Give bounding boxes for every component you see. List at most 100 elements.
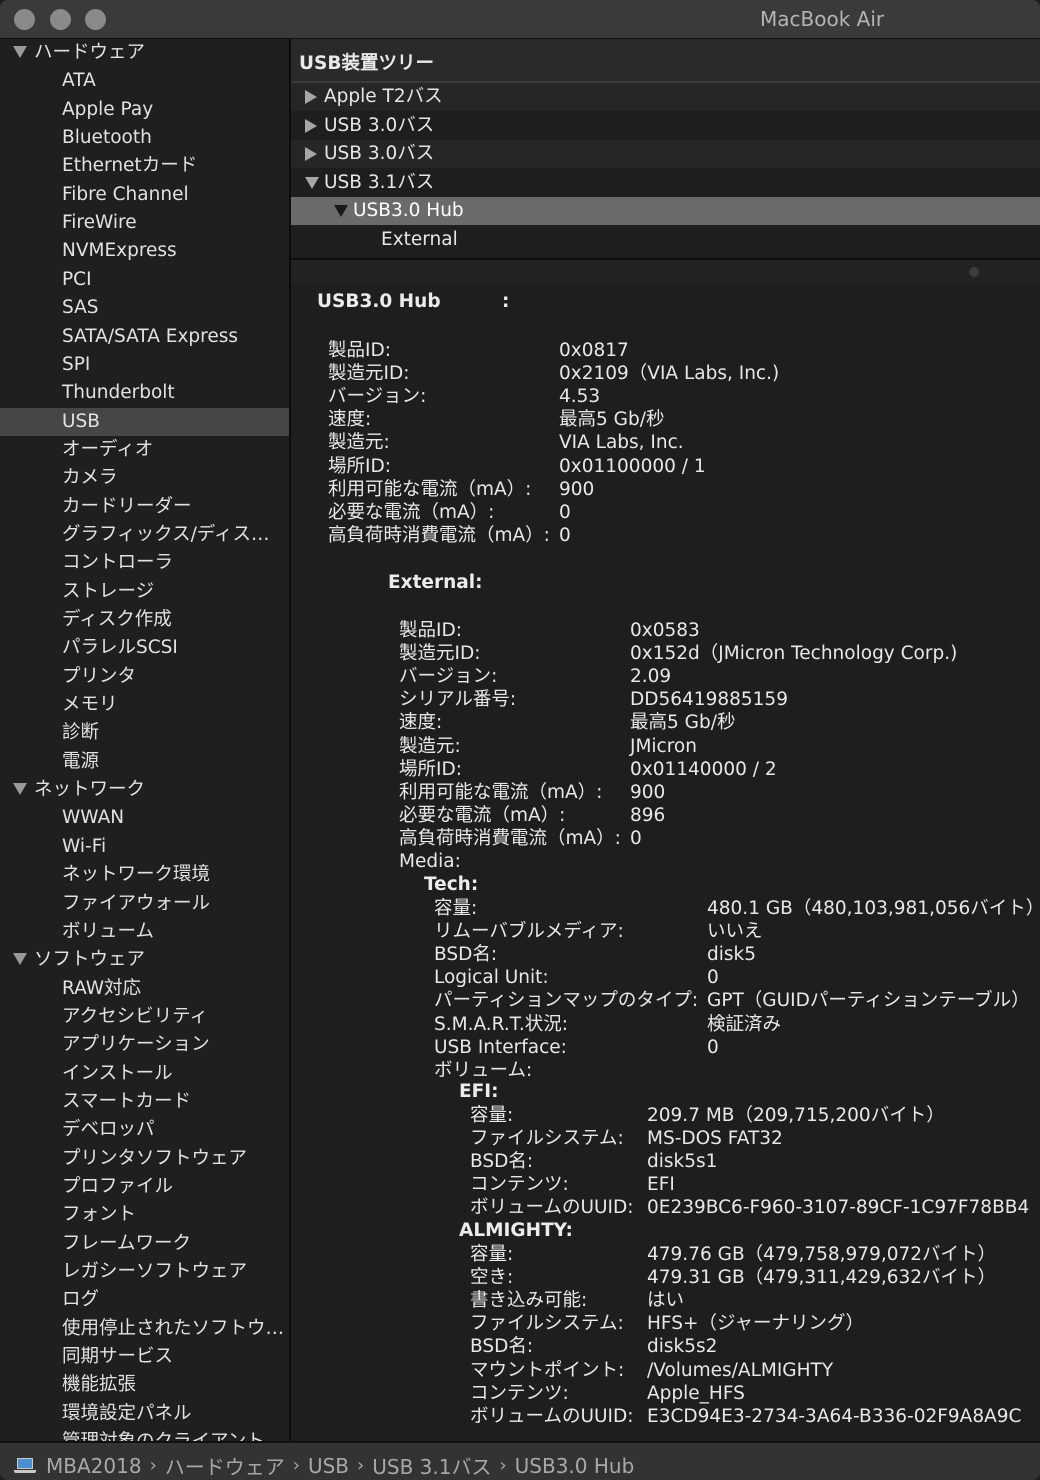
sidebar-item[interactable]: カメラ: [0, 464, 289, 492]
sidebar-item[interactable]: ネットワーク環境: [0, 861, 289, 889]
sidebar-item[interactable]: ストレージ: [0, 578, 289, 606]
sidebar-item[interactable]: フレームワーク: [0, 1230, 289, 1258]
sidebar-item[interactable]: 電源: [0, 748, 289, 776]
sidebar-item[interactable]: Thunderbolt: [0, 379, 289, 407]
sidebar-item[interactable]: ATA: [0, 67, 289, 95]
property-value: JMicron: [630, 735, 697, 757]
property-row: コンテンツ: Apple_HFS: [470, 1382, 1040, 1405]
sidebar-item[interactable]: メモリ: [0, 691, 289, 719]
sidebar-item[interactable]: Apple Pay: [0, 96, 289, 124]
splitter-handle[interactable]: [969, 267, 979, 277]
property-key: 場所ID:: [328, 455, 391, 477]
sidebar-item[interactable]: デベロッパ: [0, 1116, 289, 1144]
sidebar-item[interactable]: 管理対象のクライアント: [0, 1428, 289, 1441]
property-row: ファイルシステム: HFS+（ジャーナリング）: [470, 1312, 1040, 1335]
breadcrumb-item[interactable]: USB: [308, 1454, 349, 1478]
sidebar-item[interactable]: フォント: [0, 1201, 289, 1229]
sidebar-item[interactable]: USB: [0, 407, 289, 436]
property-key: コンテンツ:: [470, 1174, 569, 1196]
property-row: 必要な電流（mA）: 0: [328, 501, 1040, 524]
property-key: 利用可能な電流（mA）:: [328, 478, 532, 500]
sidebar-item[interactable]: 使用停止されたソフトウ…: [0, 1315, 289, 1343]
zoom-button[interactable]: [85, 9, 106, 30]
sidebar-item[interactable]: パラレルSCSI: [0, 634, 289, 662]
sidebar-item[interactable]: カードリーダー: [0, 493, 289, 521]
tree-row-label: USB 3.0バス: [324, 114, 435, 136]
disclosure-triangle-icon[interactable]: [13, 46, 27, 58]
sidebar-item[interactable]: RAW対応: [0, 975, 289, 1003]
sidebar-item[interactable]: ファイアウォール: [0, 890, 289, 918]
sidebar-item[interactable]: Ethernetカード: [0, 152, 289, 180]
sidebar-item[interactable]: プリンタ: [0, 663, 289, 691]
sidebar-item[interactable]: 環境設定パネル: [0, 1400, 289, 1428]
sidebar-item[interactable]: インストール: [0, 1060, 289, 1088]
tree-row[interactable]: USB 3.0バス: [291, 140, 1040, 168]
sidebar-item[interactable]: 診断: [0, 719, 289, 747]
sidebar-group[interactable]: ソフトウェア: [0, 946, 289, 974]
tree-row-label: USB 3.0バス: [324, 143, 435, 164]
tree-row[interactable]: USB 3.0バス: [291, 111, 1040, 140]
sidebar-item-label: PCI: [62, 268, 92, 290]
sidebar-item[interactable]: プリンタソフトウェア: [0, 1145, 289, 1173]
sidebar-item-label: フォント: [62, 1204, 137, 1226]
property-key: 製造元ID:: [399, 643, 481, 665]
breadcrumb-item[interactable]: USB 3.1バス: [372, 1451, 491, 1480]
property-key: ボリューム:: [434, 1059, 533, 1081]
sidebar-item[interactable]: NVMExpress: [0, 237, 289, 265]
sidebar-item[interactable]: ボリューム: [0, 918, 289, 946]
property-value: 0: [559, 501, 571, 523]
minimize-button[interactable]: [50, 9, 71, 30]
disclosure-triangle-icon[interactable]: [13, 783, 27, 796]
sidebar-item[interactable]: プロファイル: [0, 1173, 289, 1201]
close-button[interactable]: [14, 9, 35, 30]
tree-row[interactable]: USB3.0 Hub: [291, 197, 1040, 225]
tree-row[interactable]: USB 3.1バス: [291, 168, 1040, 197]
sidebar-item[interactable]: ディスク作成: [0, 606, 289, 634]
sidebar-item[interactable]: グラフィックス/ディス…: [0, 521, 289, 549]
sidebar-item[interactable]: SAS: [0, 294, 289, 322]
sidebar-group[interactable]: ハードウェア: [0, 39, 289, 67]
sidebar: ハードウェア ATA Apple Pay Bluetooth Ethernetカード Fi…: [0, 39, 290, 1441]
sidebar-item[interactable]: アクセシビリティ: [0, 1003, 289, 1031]
property-key: BSD名:: [434, 944, 498, 966]
sidebar-item[interactable]: オーディオ: [0, 436, 289, 464]
tech-title: Tech:: [424, 874, 479, 895]
sidebar-item[interactable]: コントローラ: [0, 549, 289, 577]
breadcrumb-item[interactable]: USB3.0 Hub: [515, 1454, 635, 1478]
property-row: 容量: 480.1 GB（480,103,981,056バイト）: [434, 897, 1040, 920]
sidebar-item[interactable]: スマートカード: [0, 1088, 289, 1116]
disclosure-expanded-icon[interactable]: [334, 205, 348, 217]
property-key: 空き:: [470, 1267, 514, 1289]
tree-row[interactable]: External: [291, 225, 1040, 254]
property-key: S.M.A.R.T.状況:: [434, 1013, 568, 1035]
pane-splitter[interactable]: [291, 258, 1040, 285]
sidebar-item[interactable]: ログ: [0, 1286, 289, 1314]
property-row: 製造元ID: 0x2109（VIA Labs, Inc.): [328, 362, 1040, 385]
tree-row[interactable]: Apple T2バス: [291, 83, 1040, 111]
property-key: 利用可能な電流（mA）:: [399, 781, 603, 803]
property-row: 高負荷時消費電流（mA）: 0: [399, 827, 1040, 850]
sidebar-item[interactable]: Fibre Channel: [0, 181, 289, 209]
sidebar-item[interactable]: Bluetooth: [0, 124, 289, 152]
disclosure-collapsed-icon[interactable]: [305, 147, 317, 161]
sidebar-item[interactable]: 同期サービス: [0, 1343, 289, 1371]
property-key: 必要な電流（mA）:: [328, 501, 495, 523]
sidebar-item[interactable]: SPI: [0, 351, 289, 379]
sidebar-item[interactable]: Wi-Fi: [0, 833, 289, 861]
sidebar-item[interactable]: アプリケーション: [0, 1031, 289, 1059]
property-row: バージョン: 2.09: [399, 665, 1040, 688]
property-row: 製品ID: 0x0817: [328, 339, 1040, 362]
sidebar-group[interactable]: ネットワーク: [0, 776, 289, 804]
disclosure-collapsed-icon[interactable]: [305, 118, 317, 133]
disclosure-collapsed-icon[interactable]: [305, 90, 317, 104]
sidebar-item[interactable]: WWAN: [0, 804, 289, 832]
sidebar-item[interactable]: 機能拡張: [0, 1371, 289, 1399]
sidebar-item[interactable]: SATA/SATA Express: [0, 323, 289, 351]
sidebar-item[interactable]: レガシーソフトウェア: [0, 1258, 289, 1286]
disclosure-triangle-icon[interactable]: [13, 953, 27, 966]
sidebar-item[interactable]: PCI: [0, 266, 289, 294]
breadcrumb-item[interactable]: ハードウェア: [165, 1451, 285, 1480]
disclosure-expanded-icon[interactable]: [305, 176, 319, 189]
sidebar-item[interactable]: FireWire: [0, 209, 289, 237]
breadcrumb-item[interactable]: MBA2018: [46, 1454, 142, 1478]
